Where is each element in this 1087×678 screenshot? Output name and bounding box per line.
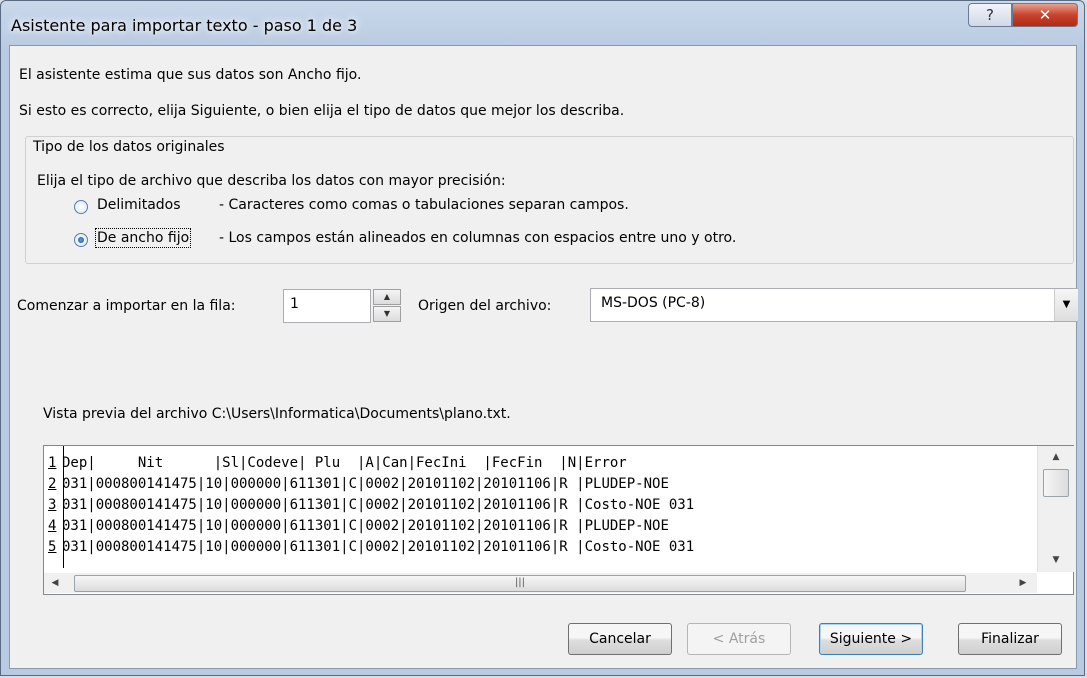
preview-horizontal-scrollbar[interactable]: ◀ ||| ▶ — [44, 573, 1037, 593]
origin-label: Origen del archivo: — [418, 298, 552, 314]
preview-row: 3 031|000800141475|10|000000|611301|C|000… — [48, 497, 695, 513]
cancel-button[interactable]: Cancelar — [568, 623, 672, 655]
next-button[interactable]: Siguiente > — [819, 623, 923, 655]
help-button[interactable]: ? — [968, 3, 1012, 27]
delimited-radio[interactable] — [74, 200, 88, 214]
preview-row: 1 Dep| Nit |Sl|Codeve| Plu |A|Can|FecIni … — [48, 455, 627, 471]
spin-up-button[interactable]: ▲ — [373, 289, 401, 305]
start-row-input[interactable]: 1 — [283, 289, 371, 323]
data-type-prompt: Elija el tipo de archivo que describa lo… — [37, 173, 506, 189]
origin-dropdown-button[interactable]: ▼ — [1054, 289, 1078, 321]
intro-line-1: El asistente estima que sus datos son An… — [19, 67, 362, 83]
window-title: Asistente para importar texto - paso 1 d… — [11, 16, 358, 35]
arrow-up-icon: ▲ — [383, 292, 391, 301]
preview-caption: Vista previa del archivo C:\Users\Inform… — [43, 406, 511, 422]
origin-select[interactable]: MS-DOS (PC-8) — [590, 288, 1078, 322]
finish-button[interactable]: Finalizar — [958, 623, 1062, 655]
import-text-wizard-window: Asistente para importar texto - paso 1 d… — [0, 0, 1085, 676]
arrow-down-icon: ▼ — [383, 309, 391, 318]
horizontal-scroll-thumb[interactable]: ||| — [74, 575, 966, 592]
preview-row: 2 031|000800141475|10|000000|611301|C|000… — [48, 476, 669, 492]
fixed-width-description: - Los campos están alineados en columnas… — [219, 230, 737, 246]
start-row-label: Comenzar a importar en la fila: — [17, 298, 236, 314]
scroll-down-icon[interactable]: ▼ — [1038, 551, 1074, 569]
close-icon: ✕ — [1038, 6, 1052, 24]
preview-row: 4 031|000800141475|10|000000|611301|C|000… — [48, 518, 669, 534]
data-type-group-title: Tipo de los datos originales — [29, 139, 229, 155]
intro-line-2: Si esto es correcto, elija Siguiente, o … — [19, 103, 625, 119]
delimited-description: - Caracteres como comas o tabulaciones s… — [219, 197, 629, 213]
row-number-divider — [63, 446, 64, 568]
start-row-spinner: ▲ ▼ — [373, 289, 401, 323]
fixed-width-label[interactable]: De ancho fijo — [94, 228, 192, 248]
scroll-left-icon[interactable]: ◀ — [46, 573, 64, 593]
fixed-width-radio[interactable] — [74, 233, 88, 247]
scroll-right-icon[interactable]: ▶ — [1014, 573, 1032, 593]
grip-icon: ||| — [514, 577, 526, 588]
preview-vertical-scrollbar[interactable]: ▲ ▼ — [1037, 446, 1074, 572]
vertical-scroll-thumb[interactable] — [1043, 469, 1069, 497]
spin-down-button[interactable]: ▼ — [373, 306, 401, 322]
delimited-label[interactable]: Delimitados — [97, 197, 181, 213]
close-button[interactable]: ✕ — [1012, 3, 1078, 27]
scroll-up-icon[interactable]: ▲ — [1038, 448, 1074, 466]
back-button[interactable]: < Atrás — [687, 623, 791, 655]
help-icon: ? — [986, 6, 994, 24]
chevron-down-icon: ▼ — [1062, 299, 1071, 310]
title-bar[interactable]: Asistente para importar texto - paso 1 d… — [1, 1, 1084, 45]
preview-row: 5 031|000800141475|10|000000|611301|C|000… — [48, 539, 695, 555]
